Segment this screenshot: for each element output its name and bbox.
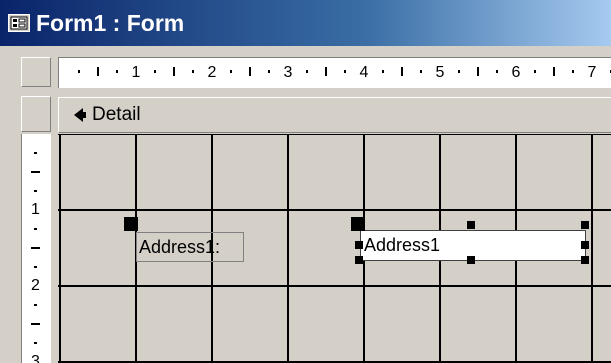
ruler-number: 3 <box>283 64 293 81</box>
ruler-quarter-tick <box>534 70 536 73</box>
address1-label-text: Address1: <box>139 237 221 257</box>
horizontal-ruler[interactable]: 1 2 3 4 5 6 7 <box>58 57 611 88</box>
vertical-ruler[interactable]: 1 2 3 <box>21 134 51 363</box>
ruler-half-tick <box>325 67 327 76</box>
title-bar[interactable]: Form1 : Form <box>0 0 611 46</box>
ruler-quarter-tick <box>572 70 574 73</box>
ruler-number: 6 <box>511 64 521 81</box>
textbox-size-handle-top[interactable] <box>467 221 475 229</box>
ruler-number: 2 <box>31 277 40 294</box>
ruler-quarter-tick <box>34 342 37 344</box>
textbox-size-handle-top-right[interactable] <box>581 221 589 229</box>
label-move-handle[interactable] <box>124 217 138 231</box>
ruler-number: 5 <box>435 64 445 81</box>
ruler-half-tick <box>31 247 40 249</box>
ruler-quarter-tick <box>230 70 232 73</box>
form-icon[interactable] <box>8 14 30 32</box>
textbox-size-handle-bottom-right[interactable] <box>581 256 589 264</box>
ruler-quarter-tick <box>34 304 37 306</box>
address1-label-control[interactable]: Address1: <box>136 232 244 262</box>
ruler-half-tick <box>31 323 40 325</box>
ruler-half-tick <box>173 67 175 76</box>
address1-textbox-text: Address1 <box>364 235 441 255</box>
ruler-quarter-tick <box>382 70 384 73</box>
ruler-quarter-tick <box>344 70 346 73</box>
ruler-quarter-tick <box>420 70 422 73</box>
ruler-quarter-tick <box>458 70 460 73</box>
detail-section-bar[interactable]: Detail <box>58 97 611 133</box>
ruler-number: 2 <box>207 64 217 81</box>
ruler-number: 3 <box>31 353 40 363</box>
ruler-corner-box[interactable] <box>21 57 51 87</box>
ruler-half-tick <box>477 67 479 76</box>
ruler-quarter-tick <box>78 70 80 73</box>
ruler-half-tick <box>553 67 555 76</box>
ruler-number: 4 <box>359 64 369 81</box>
detail-section-label: Detail <box>92 104 141 125</box>
ruler-quarter-tick <box>34 228 37 230</box>
textbox-size-handle-bottom[interactable] <box>467 256 475 264</box>
ruler-quarter-tick <box>34 266 37 268</box>
ruler-number: 7 <box>587 64 597 81</box>
textbox-size-handle-bottom-left[interactable] <box>355 256 363 264</box>
textbox-size-handle-left[interactable] <box>355 241 363 249</box>
ruler-quarter-tick <box>116 70 118 73</box>
ruler-half-tick <box>97 67 99 76</box>
section-selector-box[interactable] <box>21 96 51 132</box>
ruler-quarter-tick <box>192 70 194 73</box>
section-arrow-icon <box>71 107 87 123</box>
form-design-window: Form1 : Form 1 2 3 4 5 6 7 1 2 3 Detail Address1… <box>0 0 611 363</box>
ruler-quarter-tick <box>306 70 308 73</box>
ruler-quarter-tick <box>34 190 37 192</box>
ruler-quarter-tick <box>496 70 498 73</box>
textbox-move-handle[interactable] <box>351 217 365 231</box>
ruler-half-tick <box>31 171 40 173</box>
ruler-quarter-tick <box>34 152 37 154</box>
ruler-half-tick <box>249 67 251 76</box>
ruler-quarter-tick <box>268 70 270 73</box>
ruler-number: 1 <box>131 64 141 81</box>
ruler-number: 1 <box>31 201 40 218</box>
ruler-half-tick <box>401 67 403 76</box>
textbox-size-handle-right[interactable] <box>581 241 589 249</box>
ruler-quarter-tick <box>154 70 156 73</box>
window-title: Form1 : Form <box>36 10 185 36</box>
